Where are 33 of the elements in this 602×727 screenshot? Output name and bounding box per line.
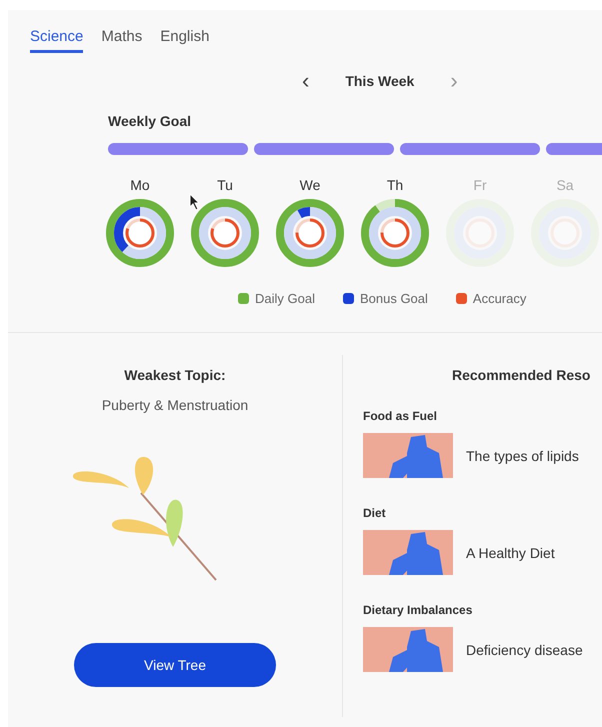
- week-title: This Week: [345, 73, 414, 89]
- legend-label: Bonus Goal: [360, 291, 428, 306]
- previous-week-button[interactable]: ‹: [302, 70, 310, 92]
- day-label: Tu: [217, 177, 233, 193]
- day-label: Fr: [473, 177, 487, 193]
- resource-topic: Diet: [363, 506, 387, 520]
- weakest-topic-title: Weakest Topic:: [124, 367, 226, 383]
- accuracy-ring: [380, 218, 410, 248]
- day-label: We: [300, 177, 320, 193]
- subject-tab[interactable]: Science: [30, 28, 84, 53]
- mouse-cursor-icon: [189, 193, 201, 211]
- resource-title[interactable]: A Healthy Diet: [466, 544, 555, 560]
- weekly-goal-title: Weekly Goal: [108, 113, 192, 129]
- accuracy-ring: [126, 218, 154, 248]
- view-tree-button[interactable]: View Tree: [74, 643, 276, 687]
- thumbnail-illustration[interactable]: [363, 627, 453, 672]
- day-label: Th: [386, 177, 404, 193]
- resource-title[interactable]: The types of lipids: [466, 448, 579, 464]
- legend-label: Accuracy: [472, 291, 526, 306]
- legend-label: Daily Goal: [255, 291, 315, 306]
- resource-topic: Dietary Imbalances: [363, 603, 474, 617]
- subject-tab[interactable]: English: [160, 28, 210, 53]
- recommended-resources-title: Recommended Reso: [452, 367, 590, 383]
- accuracy-ring: [296, 218, 324, 248]
- thumbnail-illustration[interactable]: [363, 530, 453, 575]
- thumbnail-illustration[interactable]: [363, 433, 453, 478]
- day-label: Sa: [556, 177, 574, 193]
- subject-tab[interactable]: Maths: [101, 28, 142, 53]
- accuracy-ring: [210, 218, 240, 248]
- day-label: Mo: [130, 177, 150, 193]
- weakest-topic-name: Puberty & Menstruation: [102, 397, 248, 413]
- resource-title[interactable]: Deficiency disease: [466, 642, 583, 658]
- resource-topic: Food as Fuel: [363, 409, 438, 423]
